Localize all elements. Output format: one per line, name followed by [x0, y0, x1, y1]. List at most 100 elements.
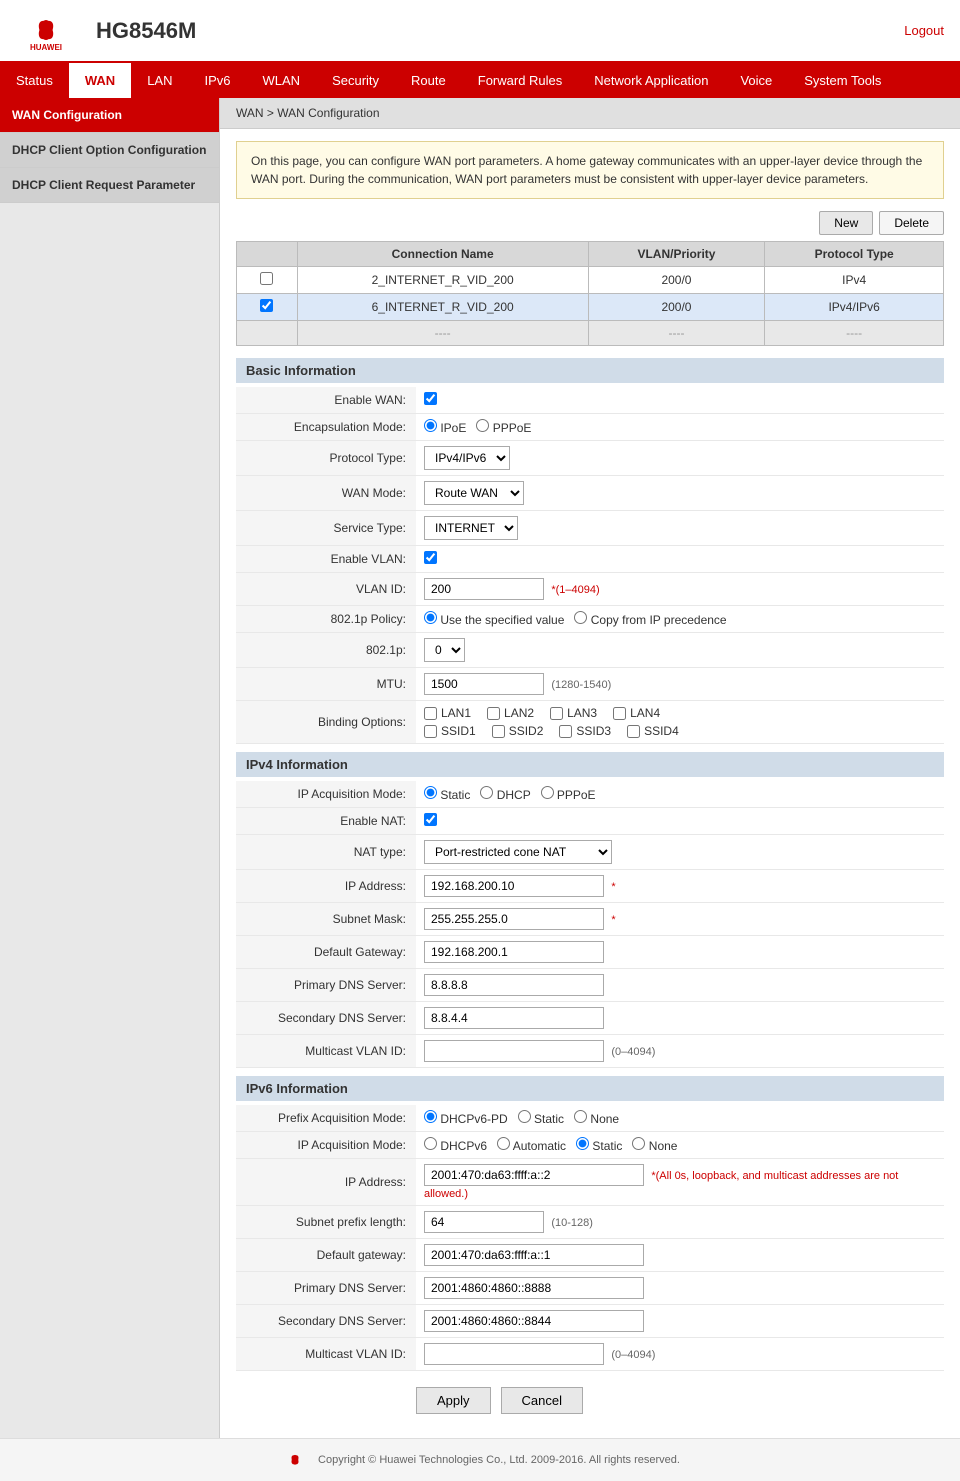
- nav-lan[interactable]: LAN: [131, 63, 188, 98]
- binding-lan3: LAN3: [550, 706, 597, 720]
- nav-ipv6[interactable]: IPv6: [189, 63, 247, 98]
- sidebar-item-dhcp-request[interactable]: DHCP Client Request Parameter: [0, 168, 219, 203]
- ipv4-addr-hint: *: [611, 881, 615, 893]
- sidebar-item-dhcp-option[interactable]: DHCP Client Option Configuration: [0, 133, 219, 168]
- action-buttons: Apply Cancel: [416, 1387, 944, 1414]
- prefix-static-radio[interactable]: [518, 1110, 531, 1123]
- lan2-checkbox[interactable]: [487, 707, 500, 720]
- row2-checkbox[interactable]: [260, 299, 273, 312]
- service-type-label: Service Type:: [236, 511, 416, 546]
- ipv6-secondary-dns-input[interactable]: [424, 1310, 644, 1332]
- ipv6-none-radio[interactable]: [632, 1137, 645, 1150]
- gateway-row: Default Gateway:: [236, 936, 944, 969]
- ipv4-multicast-label: Multicast VLAN ID:: [236, 1035, 416, 1068]
- encap-pppoe-radio[interactable]: [476, 419, 489, 432]
- protocol-type-select[interactable]: IPv4/IPv6 IPv4 IPv6: [424, 446, 510, 470]
- ipv6-auto-radio[interactable]: [497, 1137, 510, 1150]
- enable-vlan-checkbox[interactable]: [424, 551, 437, 564]
- service-type-select[interactable]: INTERNET TR069 VOIP OTHER: [424, 516, 518, 540]
- encap-ipoe-radio[interactable]: [424, 419, 437, 432]
- lan4-checkbox[interactable]: [613, 707, 626, 720]
- vlan-id-input[interactable]: [424, 578, 544, 600]
- subnet-label: Subnet Mask:: [236, 903, 416, 936]
- wan-mode-select[interactable]: Route WAN Bridge WAN: [424, 481, 524, 505]
- policy-8021p-row: 802.1p: 0123 4567: [236, 633, 944, 668]
- ipv4-addr-input[interactable]: [424, 875, 604, 897]
- ssid3-checkbox[interactable]: [559, 725, 572, 738]
- lan1-checkbox[interactable]: [424, 707, 437, 720]
- gateway-input[interactable]: [424, 941, 604, 963]
- nav-voice[interactable]: Voice: [724, 63, 788, 98]
- apply-button[interactable]: Apply: [416, 1387, 491, 1414]
- nav-system-tools[interactable]: System Tools: [788, 63, 897, 98]
- ipv4-dhcp-radio[interactable]: [480, 786, 493, 799]
- ipv4-multicast-input[interactable]: [424, 1040, 604, 1062]
- ipv4-pppoe-radio[interactable]: [541, 786, 554, 799]
- ipv6-primary-dns-label: Primary DNS Server:: [236, 1272, 416, 1305]
- nav-wan[interactable]: WAN: [69, 63, 131, 98]
- delete-button[interactable]: Delete: [879, 211, 944, 235]
- new-button[interactable]: New: [819, 211, 873, 235]
- cancel-button[interactable]: Cancel: [501, 1387, 583, 1414]
- primary-dns-input[interactable]: [424, 974, 604, 996]
- nav-security[interactable]: Security: [316, 63, 395, 98]
- prefix-dhcpv6pd-radio[interactable]: [424, 1110, 437, 1123]
- main-layout: WAN Configuration DHCP Client Option Con…: [0, 98, 960, 1438]
- secondary-dns-input[interactable]: [424, 1007, 604, 1029]
- logout-button[interactable]: Logout: [904, 23, 944, 38]
- nav-network-application[interactable]: Network Application: [578, 63, 724, 98]
- binding-ssid4: SSID4: [627, 724, 679, 738]
- ipv6-multicast-input[interactable]: [424, 1343, 604, 1365]
- encap-mode-label: Encapsulation Mode:: [236, 414, 416, 441]
- nav-status[interactable]: Status: [0, 63, 69, 98]
- nav-wlan[interactable]: WLAN: [247, 63, 317, 98]
- policy-specified-label: Use the specified value: [424, 613, 568, 627]
- policy-specified-radio[interactable]: [424, 611, 437, 624]
- protocol-type-row: Protocol Type: IPv4/IPv6 IPv4 IPv6: [236, 441, 944, 476]
- lan3-checkbox[interactable]: [550, 707, 563, 720]
- ipv6-addr-input[interactable]: [424, 1164, 644, 1186]
- content-area: New Delete Connection Name VLAN/Priority…: [220, 211, 960, 1438]
- table-col-protocol: Protocol Type: [765, 242, 944, 267]
- nav-route[interactable]: Route: [395, 63, 462, 98]
- ipv6-dhcpv6-radio[interactable]: [424, 1137, 437, 1150]
- sidebar: WAN Configuration DHCP Client Option Con…: [0, 98, 220, 1438]
- ipv4-multicast-row: Multicast VLAN ID: (0–4094): [236, 1035, 944, 1068]
- ssid2-checkbox[interactable]: [492, 725, 505, 738]
- ssid4-checkbox[interactable]: [627, 725, 640, 738]
- enable-nat-row: Enable NAT:: [236, 808, 944, 835]
- mtu-hint: (1280-1540): [551, 679, 611, 691]
- policy-ip-radio[interactable]: [574, 611, 587, 624]
- row1-checkbox[interactable]: [260, 272, 273, 285]
- default-gw-input[interactable]: [424, 1244, 644, 1266]
- row1-protocol: IPv4: [765, 267, 944, 294]
- policy-8021p-select[interactable]: 0123 4567: [424, 638, 465, 662]
- ipv6-secondary-dns-row: Secondary DNS Server:: [236, 1305, 944, 1338]
- enable-wan-row: Enable WAN:: [236, 387, 944, 414]
- binding-options: LAN1 LAN2 LAN3 LAN4 SSID1 SSID2 SSID3 SS…: [424, 706, 936, 738]
- sidebar-item-wan-config[interactable]: WAN Configuration: [0, 98, 219, 133]
- ipv4-static-radio[interactable]: [424, 786, 437, 799]
- enable-wan-checkbox[interactable]: [424, 392, 437, 405]
- main-nav: Status WAN LAN IPv6 WLAN Security Route …: [0, 63, 960, 98]
- logo-area: HUAWEI: [16, 8, 76, 53]
- prefix-none-radio[interactable]: [574, 1110, 587, 1123]
- subnet-prefix-input[interactable]: [424, 1211, 544, 1233]
- mtu-input[interactable]: [424, 673, 544, 695]
- ipv6-addr-row: IP Address: *(All 0s, loopback, and mult…: [236, 1159, 944, 1206]
- ssid1-checkbox[interactable]: [424, 725, 437, 738]
- service-type-row: Service Type: INTERNET TR069 VOIP OTHER: [236, 511, 944, 546]
- binding-lan2: LAN2: [487, 706, 534, 720]
- subnet-input[interactable]: [424, 908, 604, 930]
- ipv6-info-form: Prefix Acquisition Mode: DHCPv6-PD Stati…: [236, 1105, 944, 1371]
- empty-name: ----: [297, 321, 588, 346]
- ipv6-static-label: Static: [576, 1139, 622, 1153]
- default-gw-label: Default gateway:: [236, 1239, 416, 1272]
- ipv6-primary-dns-input[interactable]: [424, 1277, 644, 1299]
- enable-nat-checkbox[interactable]: [424, 813, 437, 826]
- info-box: On this page, you can configure WAN port…: [236, 141, 944, 199]
- ipv6-static-radio[interactable]: [576, 1137, 589, 1150]
- nat-type-select[interactable]: Port-restricted cone NAT Full cone NAT A…: [424, 840, 612, 864]
- nav-forward-rules[interactable]: Forward Rules: [462, 63, 579, 98]
- ipv6-none-label: None: [632, 1139, 677, 1153]
